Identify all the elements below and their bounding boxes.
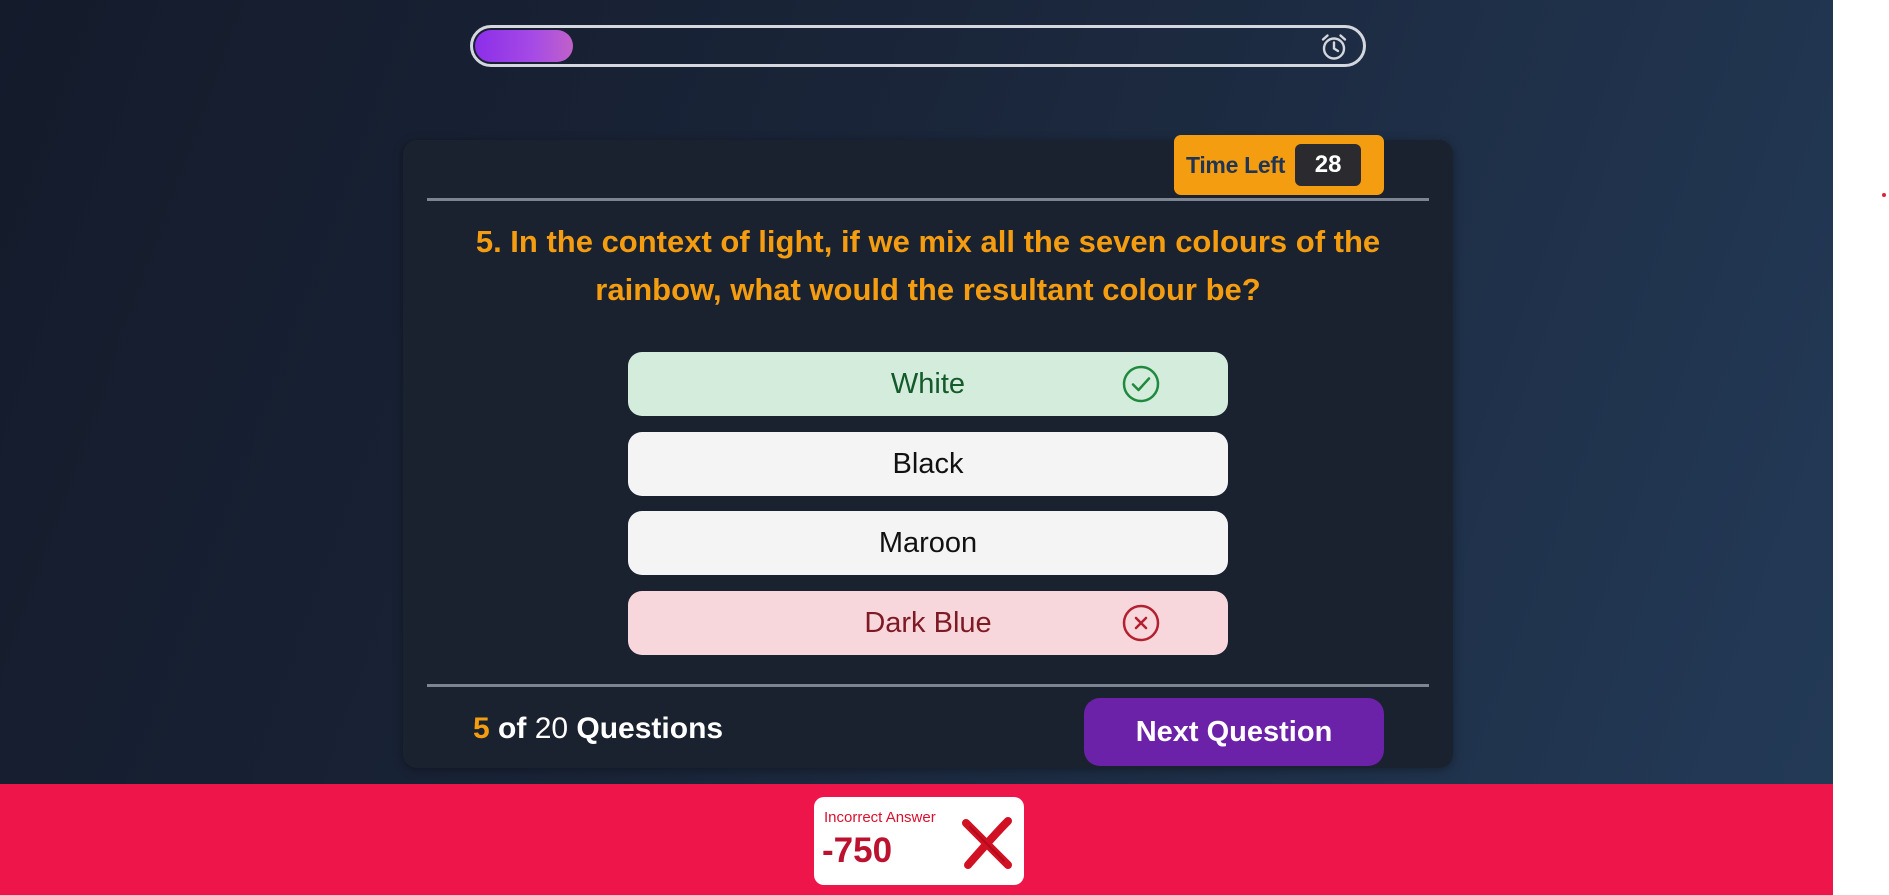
alarm-clock-icon [1321, 34, 1347, 60]
option-label: Black [892, 447, 964, 480]
time-left-badge: Time Left 28 [1174, 135, 1384, 195]
timer-progress-bar [470, 25, 1366, 67]
time-left-label: Time Left [1186, 151, 1286, 178]
option-maroon[interactable]: Maroon [628, 511, 1228, 575]
total-questions: 20 [534, 712, 569, 745]
top-divider [427, 198, 1429, 201]
bottom-divider [427, 684, 1429, 687]
question-text: 5. In the context of light, if we mix al… [475, 224, 1381, 307]
option-label: Dark Blue [864, 606, 992, 639]
option-white[interactable]: White [628, 352, 1228, 416]
question-counter: 5 of 20 Questions [473, 712, 723, 746]
option-dark-blue[interactable]: Dark Blue [628, 591, 1228, 655]
option-label: Maroon [878, 526, 978, 559]
incorrect-answer-toast: Incorrect Answer -750 [814, 797, 1024, 885]
current-question-number: 5 [473, 712, 490, 745]
toast-title: Incorrect Answer [824, 809, 936, 826]
option-label: White [890, 367, 966, 400]
counter-suffix: Questions [568, 712, 724, 745]
red-x-icon [962, 817, 1012, 869]
time-left-value: 28 [1295, 144, 1362, 186]
next-question-button[interactable]: Next Question [1084, 698, 1384, 766]
counter-of-text: of [489, 712, 535, 745]
option-black[interactable]: Black [628, 432, 1228, 496]
score-delta: -750 [822, 831, 893, 870]
x-circle-icon [1122, 604, 1160, 642]
quiz-app: Time Left 28 5. In the context of light,… [0, 0, 1833, 784]
edge-marker [1882, 193, 1886, 197]
check-circle-icon [1122, 365, 1160, 403]
progress-fill [475, 30, 573, 62]
